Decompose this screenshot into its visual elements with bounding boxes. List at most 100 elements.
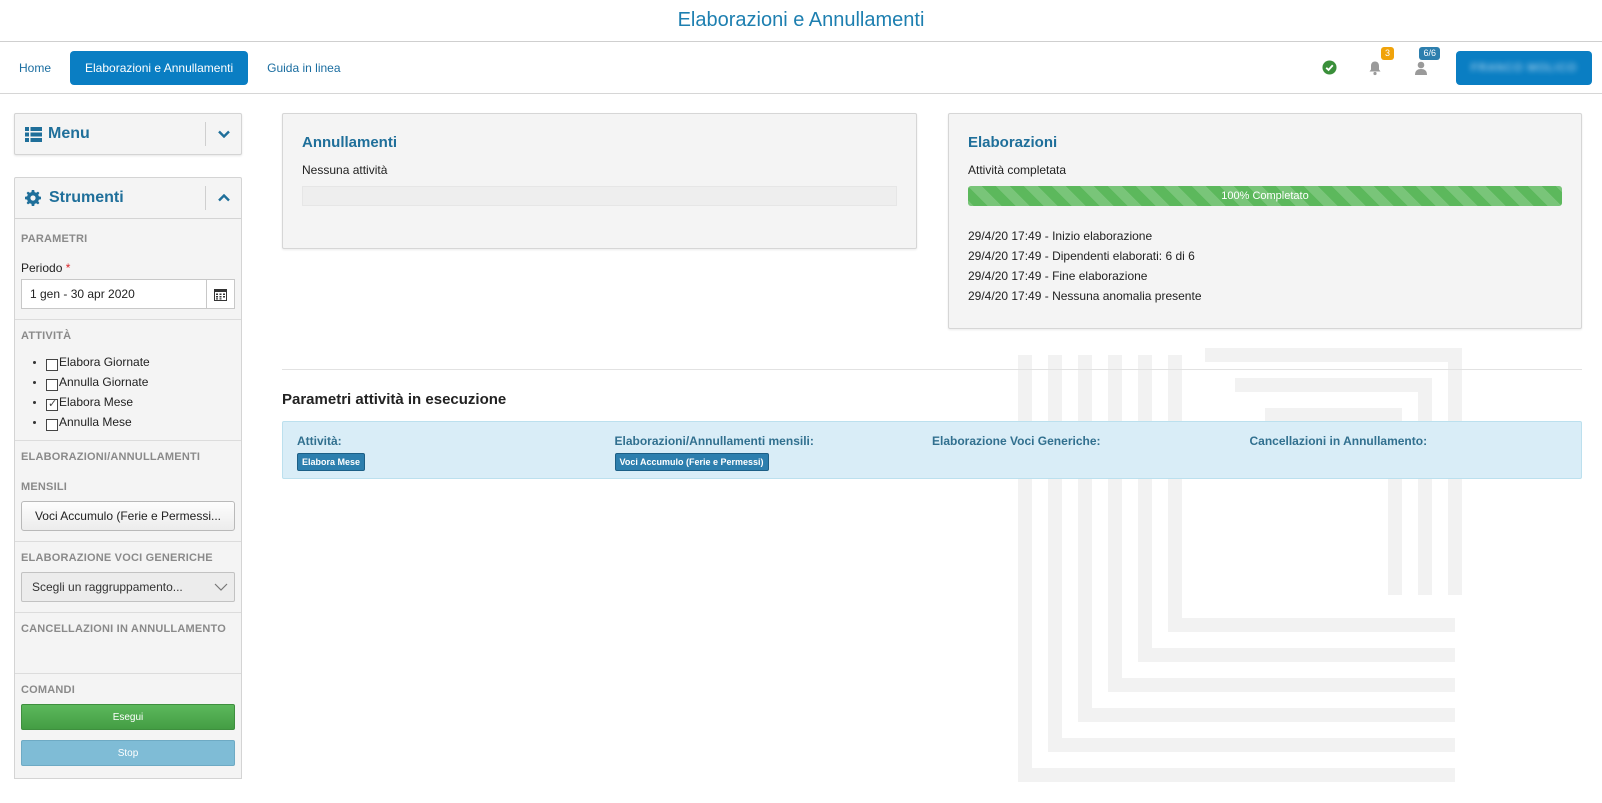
calendar-button[interactable] — [206, 280, 234, 308]
bullet — [33, 360, 36, 364]
params-column: Elaborazioni/Annullamenti mensili: Voci … — [614, 434, 933, 471]
progress-fill: 100% Completato — [968, 186, 1562, 206]
notifications-button[interactable]: 3 — [1352, 46, 1398, 85]
page-title: Elaborazioni e Annullamenti — [677, 9, 925, 31]
separator — [15, 612, 241, 613]
annullamenti-panel: Annullamenti Nessuna attività — [282, 113, 917, 249]
params-column-head: Elaborazioni/Annullamenti mensili: — [614, 434, 814, 448]
users-button[interactable]: 6/6 — [1398, 46, 1444, 85]
tools-toggle[interactable] — [205, 186, 241, 210]
menu-toggle[interactable] — [205, 122, 241, 146]
list-icon — [25, 126, 42, 142]
stop-button[interactable]: Stop — [21, 740, 235, 766]
separator — [15, 541, 241, 542]
check-circle-icon — [1321, 60, 1337, 75]
bullet — [33, 420, 36, 424]
activity-checkbox[interactable] — [46, 397, 58, 411]
tools-title: Strumenti — [49, 189, 124, 206]
generic-dropdown-placeholder: Scegli un raggruppamento... — [32, 580, 183, 594]
monthly-select-button[interactable]: Voci Accumulo (Ferie e Permessi... — [21, 501, 235, 531]
params-column: Attività: Elabora Mese — [297, 434, 615, 471]
elaborazioni-panel: Elaborazioni Attività completata 100% Co… — [948, 113, 1582, 329]
activity-checkbox[interactable] — [46, 419, 58, 431]
bullet — [33, 380, 36, 384]
running-params-box: Attività: Elabora Mese Elaborazioni/Annu… — [282, 421, 1582, 479]
period-label: Periodo * — [21, 261, 235, 275]
user-icon — [1415, 61, 1427, 75]
elaborazioni-log: 29/4/20 17:49 - Inizio elaborazione 29/4… — [968, 226, 1562, 306]
period-input[interactable] — [22, 280, 206, 308]
log-entry: 29/4/20 17:49 - Dipendenti elaborati: 6 … — [968, 249, 1195, 263]
activity-item: Annulla Mese — [33, 412, 235, 432]
nav-guide-link[interactable]: Guida in linea — [256, 51, 351, 85]
nav-elaborazioni-tab[interactable]: Elaborazioni e Annullamenti — [70, 50, 249, 85]
separator — [15, 440, 241, 441]
tools-body: PARAMETRI Periodo * 1 gen - 30 apr 2020 … — [14, 219, 242, 779]
period-label-text: Periodo — [21, 261, 63, 275]
tools-panel-header[interactable]: Strumenti — [14, 177, 242, 219]
params-column: Elaborazione Voci Generiche: — [932, 434, 1250, 466]
params-column-head: Attività: — [297, 434, 342, 448]
params-title: Parametri attività in esecuzione — [282, 391, 507, 408]
annullamenti-progress-bar — [302, 186, 897, 206]
menu-panel-header[interactable]: Menu — [14, 113, 242, 155]
status-indicator[interactable] — [1306, 51, 1352, 85]
notifications-badge: 3 — [1380, 46, 1394, 60]
chevron-down-icon — [217, 130, 230, 138]
background-watermark — [1005, 335, 1475, 800]
generic-dropdown[interactable]: Scegli un raggruppamento... — [21, 572, 235, 602]
gear-icon — [25, 190, 41, 206]
user-account-button[interactable]: FRANCO MOLICO — [1456, 50, 1592, 85]
nav-home-link[interactable]: Home — [8, 51, 62, 85]
activity-label: Elabora Giornate — [59, 355, 150, 369]
generic-section-label: ELABORAZIONE VOCI GENERICHE — [21, 552, 213, 564]
activity-item: Annulla Giornate — [33, 372, 235, 392]
required-marker: * — [65, 261, 71, 275]
activities-list: Elabora Giornate Annulla Giornate Elabor… — [21, 352, 235, 432]
activity-label: Elabora Mese — [59, 395, 134, 409]
elaborazioni-title: Elaborazioni — [968, 134, 1058, 151]
params-column: Cancellazioni in Annullamento: — [1250, 434, 1568, 466]
elaborazioni-status: Attività completata — [968, 163, 1067, 177]
sidebar: Menu Strumenti PARAMETRI Periodo * 1 gen… — [14, 113, 242, 779]
separator — [15, 673, 241, 674]
activity-label: Annulla Mese — [59, 415, 132, 429]
activity-item: Elabora Giornate — [33, 352, 235, 372]
separator — [15, 319, 241, 320]
nav-right-group: 3 6/6 FRANCO MOLICO — [1306, 46, 1592, 85]
chevron-down-icon — [214, 583, 228, 591]
params-column-head: Elaborazione Voci Generiche: — [932, 434, 1101, 448]
user-name: FRANCO MOLICO — [1471, 61, 1577, 74]
elaborazioni-progress-bar: 100% Completato — [968, 186, 1562, 206]
bullet — [33, 400, 36, 404]
activity-checkbox[interactable] — [46, 359, 58, 371]
cancel-section-label: CANCELLAZIONI IN ANNULLAMENTO — [21, 623, 227, 635]
calendar-icon — [214, 288, 227, 301]
annullamenti-status: Nessuna attività — [302, 163, 388, 177]
activity-label: Annulla Giornate — [59, 375, 149, 389]
activity-checkbox[interactable] — [46, 379, 58, 391]
params-column-head: Cancellazioni in Annullamento: — [1249, 434, 1428, 448]
params-tag: Elabora Mese — [297, 453, 366, 471]
log-entry: 29/4/20 17:49 - Fine elaborazione — [968, 269, 1148, 283]
log-entry: 29/4/20 17:49 - Nessuna anomalia present… — [968, 289, 1202, 303]
activity-item: Elabora Mese — [33, 392, 235, 412]
activities-section-label: ATTIVITÀ — [21, 330, 72, 342]
navbar: Home Elaborazioni e Annullamenti Guida i… — [0, 42, 1602, 94]
params-section-label: PARAMETRI — [21, 233, 88, 245]
menu-title: Menu — [48, 125, 90, 142]
users-badge: 6/6 — [1419, 46, 1440, 60]
annullamenti-title: Annullamenti — [302, 134, 398, 151]
period-field — [21, 279, 235, 309]
title-bar: Elaborazioni e Annullamenti — [0, 0, 1602, 42]
log-entry: 29/4/20 17:49 - Inizio elaborazione — [968, 229, 1153, 243]
bell-icon — [1369, 61, 1381, 75]
run-button[interactable]: Esegui — [21, 704, 235, 730]
monthly-section-label-2: MENSILI — [21, 481, 68, 493]
commands-section-label: COMANDI — [21, 684, 75, 696]
tools-panel: Strumenti PARAMETRI Periodo * 1 gen - 30… — [14, 177, 242, 779]
monthly-section-label: ELABORAZIONI/ANNULLAMENTI — [21, 451, 201, 463]
params-tag: Voci Accumulo (Ferie e Permessi) — [614, 453, 769, 471]
section-divider — [282, 369, 1582, 370]
chevron-up-icon — [217, 194, 230, 202]
